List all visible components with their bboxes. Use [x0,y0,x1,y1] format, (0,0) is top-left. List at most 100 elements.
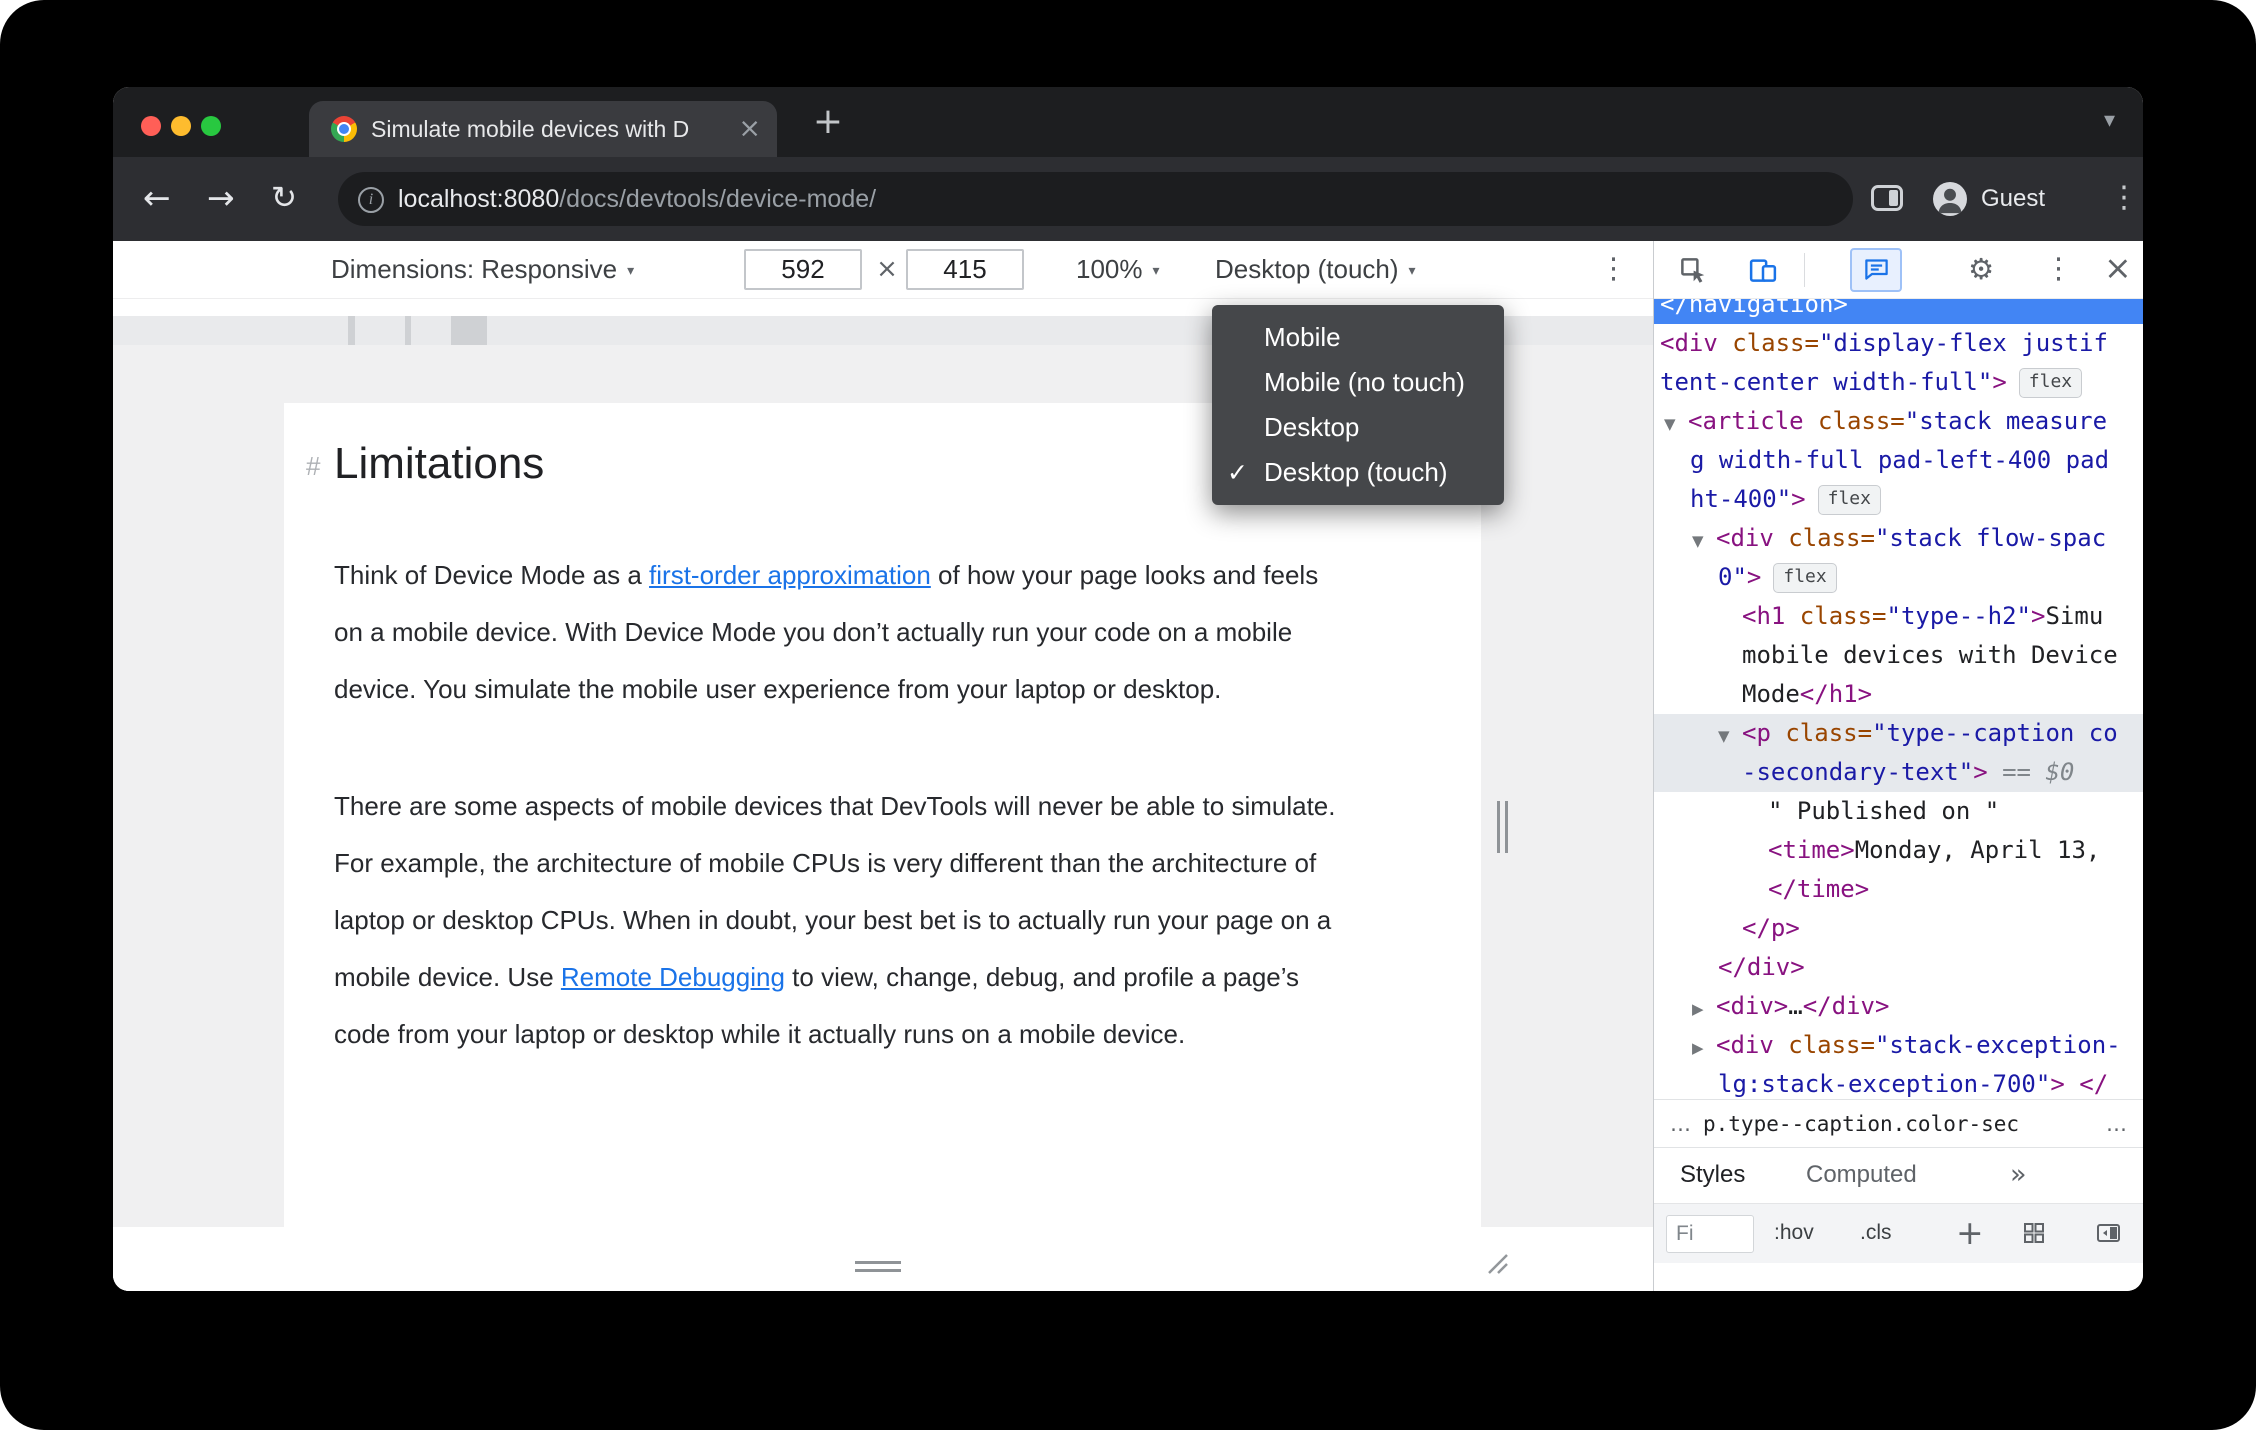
avatar[interactable] [1933,182,1967,216]
toolbar-divider [1804,253,1805,287]
breadcrumb-selected-node[interactable]: p.type--caption.color-sec [1703,1112,2019,1136]
breadcrumb-overflow-right[interactable]: … [2106,1112,2127,1136]
dom-tree-row[interactable]: </div> [1654,948,2143,987]
code-token: class= [1773,524,1875,552]
devtools-menu-icon[interactable]: ⋮ [2044,241,2073,295]
dom-tree-row[interactable]: </p> [1654,909,2143,948]
sidebar-tab-bar: Styles Computed » [1654,1147,2143,1203]
code-token: <article [1688,407,1804,435]
caret-down-icon: ▾ [627,263,635,279]
toggle-element-state-button[interactable]: :hov [1774,1204,1814,1262]
article-link[interactable]: first-order approximation [649,560,931,590]
reload-button[interactable]: ↻ [271,157,297,239]
traffic-light-maximize[interactable] [201,116,221,136]
twisty-arrow-icon[interactable]: ▼ [1664,405,1688,444]
dom-tree-row[interactable]: <div class="display-flex justif [1654,324,2143,363]
dom-tree-row[interactable]: ▼ <article class="stack measure [1654,402,2143,441]
grid-overlay-icon[interactable] [2022,1221,2046,1250]
side-panel-icon[interactable] [1871,185,1903,211]
code-token: <div> [1716,992,1789,1020]
code-token: "stack measure [1904,407,2108,435]
browser-menu-icon[interactable]: ⋮ [2109,157,2139,239]
site-info-icon[interactable]: i [358,187,384,213]
ruler-segment [113,316,348,345]
dom-tree-row[interactable]: tent-center width-full"> flex [1654,363,2143,402]
zoom-select[interactable]: 100% ▾ [1076,241,1160,299]
dom-tree-row[interactable]: lg:stack-exception-700"> </ [1654,1065,2143,1099]
tab-computed[interactable]: Computed [1806,1148,1917,1202]
dom-tree-row[interactable]: ▶ <div>…</div> [1654,987,2143,1026]
code-token: … [1788,992,1803,1020]
width-input[interactable] [744,249,862,290]
code-token: g width-full pad-left-400 pad [1690,446,2110,474]
code-token: class= [1717,329,1819,357]
dom-tree-row[interactable]: " Published on " [1654,792,2143,831]
browser-tab[interactable]: Simulate mobile devices with D × [309,101,777,157]
device-toolbar-toggle-icon[interactable] [1748,255,1778,285]
flex-badge[interactable]: flex [2018,368,2083,398]
dom-tree-row[interactable]: -secondary-text"> == $0 [1654,753,2143,792]
article-link[interactable]: Remote Debugging [561,962,785,992]
dimensions-label: Dimensions: Responsive [331,254,618,284]
breadcrumb-overflow-left[interactable]: … [1670,1112,1691,1136]
dom-tree-row[interactable]: Mode</h1> [1654,675,2143,714]
settings-gear-icon[interactable]: ⚙ [1968,241,1994,297]
code-token: mobile devices with Device [1742,641,2118,669]
styles-filter-input[interactable] [1666,1215,1754,1253]
element-classes-button[interactable]: .cls [1860,1204,1892,1262]
dom-tree-row[interactable]: g width-full pad-left-400 pad [1654,441,2143,480]
more-tabs-icon[interactable]: » [2010,1148,2027,1202]
console-messages-icon[interactable] [1850,248,1902,292]
traffic-light-close[interactable] [141,116,161,136]
twisty-arrow-icon[interactable]: ▼ [1692,522,1716,561]
new-style-rule-button[interactable]: + [1956,1204,1984,1262]
menu-item-mobile-no-touch[interactable]: Mobile (no touch) [1212,360,1504,405]
person-icon [1938,188,1962,214]
new-tab-button[interactable]: + [803,97,853,147]
twisty-arrow-icon[interactable]: ▶ [1692,1029,1716,1068]
twisty-arrow-icon[interactable]: ▼ [1718,717,1742,756]
dom-tree-row[interactable]: </navigation> [1654,299,2143,324]
forward-button[interactable]: → [207,157,235,239]
dom-tree-row[interactable]: ▼ <p class="type--caption co [1654,714,2143,753]
tab-styles[interactable]: Styles [1680,1148,1745,1202]
dom-tree-row[interactable]: 0"> flex [1654,558,2143,597]
page-title-text: Limitations [334,439,545,488]
tab-strip: Simulate mobile devices with D × + ▾ [113,87,2143,157]
dom-tree-row[interactable]: mobile devices with Device [1654,636,2143,675]
dom-tree-row[interactable]: ht-400"> flex [1654,480,2143,519]
tab-close-icon[interactable]: × [738,102,761,156]
toggle-sidebar-icon[interactable] [2096,1221,2122,1250]
back-button[interactable]: ← [143,157,171,239]
twisty-arrow-icon[interactable]: ▶ [1692,990,1716,1029]
dom-tree-row[interactable]: <h1 class="type--h2">Simu [1654,597,2143,636]
viewport-height-resize-handle[interactable] [855,1261,901,1273]
code-token: tent-center width-full" [1660,368,1993,396]
viewport-corner-resize-handle[interactable] [1485,1251,1509,1275]
device-toolbar-menu-icon[interactable]: ⋮ [1599,241,1628,295]
devtools-close-icon[interactable]: × [2104,241,2132,295]
traffic-light-minimize[interactable] [171,116,191,136]
height-input[interactable] [906,249,1024,290]
dom-tree-row[interactable]: </time> [1654,870,2143,909]
heading-anchor-hash[interactable]: # [306,451,320,482]
flex-badge[interactable]: flex [1773,563,1837,593]
menu-item-mobile[interactable]: Mobile [1212,315,1504,360]
dom-tree-row[interactable]: ▶ <div class="stack-exception- [1654,1026,2143,1065]
code-token: "type--caption co [1872,719,2118,747]
device-type-select[interactable]: Desktop (touch) ▾ [1215,241,1416,299]
menu-item-desktop-touch[interactable]: ✓ Desktop (touch) [1212,450,1504,495]
dom-tree-row[interactable]: ▼ <div class="stack flow-spac [1654,519,2143,558]
chrome-logo-icon [331,116,357,142]
menu-item-desktop[interactable]: Desktop [1212,405,1504,450]
dom-tree-row[interactable]: <time>Monday, April 13, [1654,831,2143,870]
viewport-width-resize-handle[interactable] [1497,801,1509,853]
dimensions-select[interactable]: Dimensions: Responsive ▾ [331,241,634,299]
tab-search-chevron-icon[interactable]: ▾ [2104,87,2115,155]
address-bar[interactable]: i localhost:8080/docs/devtools/device-mo… [338,172,1853,226]
inspect-element-icon[interactable] [1678,255,1708,285]
check-icon: ✓ [1227,458,1248,487]
flex-badge[interactable]: flex [1817,485,1881,515]
resize-grip-icon [1488,1254,1508,1274]
